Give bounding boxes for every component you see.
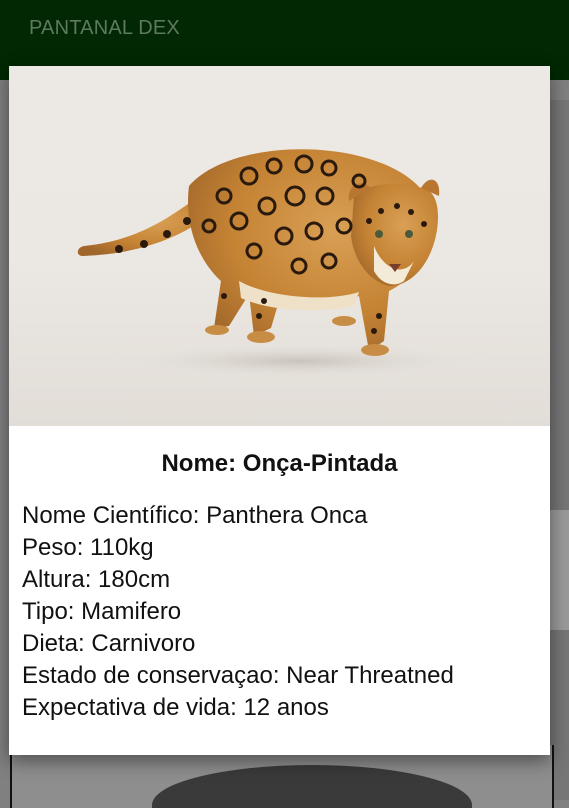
life-expectancy-row: Expectativa de vida: 12 anos xyxy=(22,694,329,721)
diet-row: Dieta: Carnivoro xyxy=(22,630,196,657)
weight-row: Peso: 110kg xyxy=(22,534,154,561)
background-card-edge xyxy=(550,100,569,800)
type-row: Tipo: Mamifero xyxy=(22,598,182,625)
animal-details-list: Nome Científico: Panthera Onca Peso: 110… xyxy=(22,500,542,724)
app-title[interactable]: PANTANAL DEX xyxy=(29,17,180,40)
animal-detail-modal: Nome: Onça-Pintada Nome Científico: Pant… xyxy=(9,66,550,755)
height-row: Altura: 180cm xyxy=(22,566,171,593)
background-animal-image xyxy=(152,765,472,808)
conservation-status-row: Estado de conservaçao: Near Threatned xyxy=(22,662,454,689)
animal-photo xyxy=(9,66,550,426)
scientific-name-row: Nome Científico: Panthera Onca xyxy=(22,502,368,529)
animal-name-heading: Nome: Onça-Pintada xyxy=(161,450,398,477)
